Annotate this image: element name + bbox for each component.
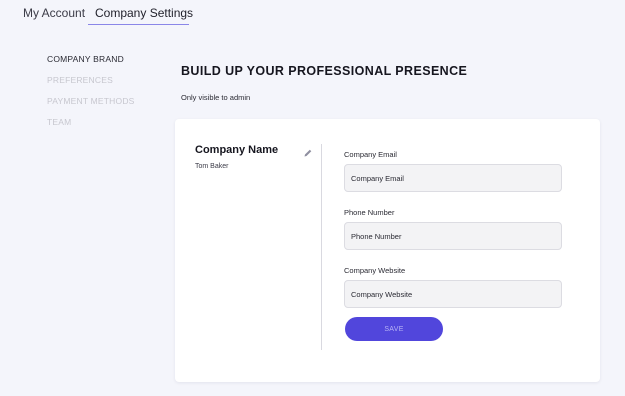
top-tabs: My Account Company Settings [0,0,625,28]
website-field[interactable] [344,280,562,308]
sidebar-item-team[interactable]: TEAM [47,118,135,127]
email-field[interactable] [344,164,562,192]
company-card: Company Name Tom Baker Company Email Pho… [175,119,600,382]
company-name: Company Name [195,144,279,156]
pencil-icon[interactable] [303,145,313,157]
sidebar: COMPANY BRAND PREFERENCES PAYMENT METHOD… [47,55,135,139]
email-label: Company Email [344,150,397,159]
page-title: BUILD UP YOUR PROFESSIONAL PRESENCE [181,64,468,78]
company-owner: Tom Baker [195,163,229,170]
tab-my-account[interactable]: My Account [23,6,85,20]
save-button[interactable]: SAVE [345,317,443,341]
page-subtitle: Only visible to admin [181,93,251,102]
sidebar-item-preferences[interactable]: PREFERENCES [47,76,135,85]
phone-label: Phone Number [344,208,395,217]
card-divider [321,144,322,350]
phone-field[interactable] [344,222,562,250]
sidebar-item-payment-methods[interactable]: PAYMENT METHODS [47,97,135,106]
active-tab-underline [88,24,189,25]
tab-company-settings[interactable]: Company Settings [95,6,193,20]
sidebar-item-company-brand[interactable]: COMPANY BRAND [47,55,135,64]
website-label: Company Website [344,266,406,275]
